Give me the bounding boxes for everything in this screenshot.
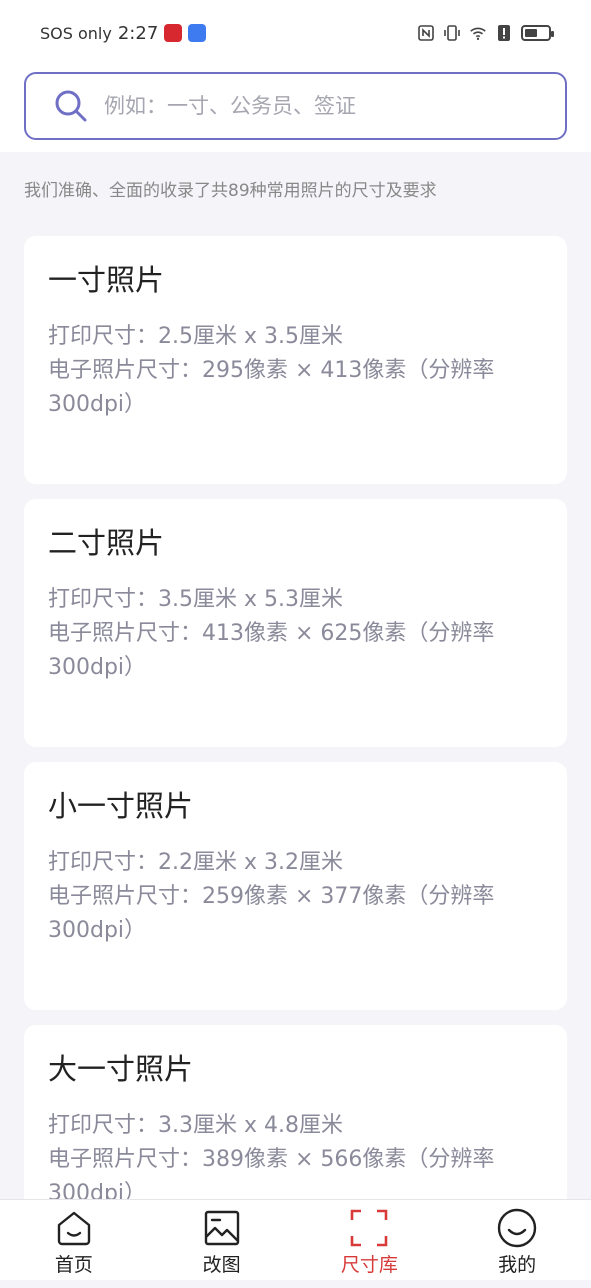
size-card-small-one-inch[interactable]: 小一寸照片 打印尺寸：2.2厘米 x 3.2厘米 电子照片尺寸：259像素 × … — [24, 762, 567, 1010]
vibrate-icon — [443, 24, 461, 42]
scan-frame-icon — [349, 1208, 389, 1248]
tab-label: 改图 — [202, 1254, 241, 1276]
card-title: 小一寸照片 — [48, 789, 194, 823]
bottom-tab-bar: 首页 改图 尺寸库 我的 — [0, 1199, 591, 1280]
electronic-size: 电子照片尺寸：295像素 × 413像素（分辨率 — [48, 358, 495, 383]
tab-label: 尺寸库 — [340, 1254, 398, 1276]
tab-label: 首页 — [54, 1254, 93, 1276]
battery-level — [525, 29, 537, 37]
nfc-icon — [417, 24, 435, 42]
search-input[interactable] — [104, 94, 524, 118]
print-size: 打印尺寸：2.5厘米 x 3.5厘米 — [48, 324, 343, 349]
size-list: 一寸照片 打印尺寸：2.5厘米 x 3.5厘米 电子照片尺寸：295像素 × 4… — [24, 236, 567, 1288]
electronic-size: 电子照片尺寸：413像素 × 625像素（分辨率 — [48, 621, 495, 646]
status-left: SOS only 2:27 — [40, 22, 207, 44]
electronic-size: 电子照片尺寸：259像素 × 377像素（分辨率 — [48, 884, 495, 909]
tab-home[interactable]: 首页 — [0, 1200, 148, 1280]
battery-icon — [521, 25, 554, 41]
search-box[interactable] — [24, 72, 567, 140]
notification-app-icon — [188, 24, 207, 42]
card-title: 大一寸照片 — [48, 1052, 194, 1086]
size-card-one-inch[interactable]: 一寸照片 打印尺寸：2.5厘米 x 3.5厘米 电子照片尺寸：295像素 × 4… — [24, 236, 567, 484]
status-bar: SOS only 2:27 — [0, 0, 591, 66]
card-title: 一寸照片 — [48, 263, 165, 297]
alert-icon — [495, 24, 513, 42]
tab-edit-image[interactable]: 改图 — [148, 1200, 296, 1280]
tab-size-library[interactable]: 尺寸库 — [296, 1200, 444, 1280]
wifi-icon — [469, 24, 487, 42]
size-card-two-inch[interactable]: 二寸照片 打印尺寸：3.5厘米 x 5.3厘米 电子照片尺寸：413像素 × 6… — [24, 499, 567, 747]
print-size: 打印尺寸：3.5厘米 x 5.3厘米 — [48, 587, 343, 612]
resolution: 300dpi） — [48, 655, 147, 680]
intro-text: 我们准确、全面的收录了共89种常用照片的尺寸及要求 — [24, 181, 437, 201]
tab-label: 我的 — [498, 1254, 537, 1276]
home-icon — [54, 1208, 94, 1248]
tab-profile[interactable]: 我的 — [443, 1200, 591, 1280]
profile-icon — [497, 1208, 537, 1248]
search-icon — [55, 90, 87, 122]
resolution: 300dpi） — [48, 392, 147, 417]
print-size: 打印尺寸：3.3厘米 x 4.8厘米 — [48, 1113, 343, 1138]
clock: 2:27 — [117, 22, 159, 44]
card-title: 二寸照片 — [48, 526, 165, 560]
image-edit-icon — [202, 1208, 242, 1248]
resolution: 300dpi） — [48, 918, 147, 943]
status-right — [417, 24, 554, 42]
carrier-text: SOS only — [40, 23, 112, 43]
search-header — [0, 66, 591, 152]
print-size: 打印尺寸：2.2厘米 x 3.2厘米 — [48, 850, 343, 875]
notification-app-icon — [164, 24, 183, 42]
electronic-size: 电子照片尺寸：389像素 × 566像素（分辨率 — [48, 1147, 495, 1172]
